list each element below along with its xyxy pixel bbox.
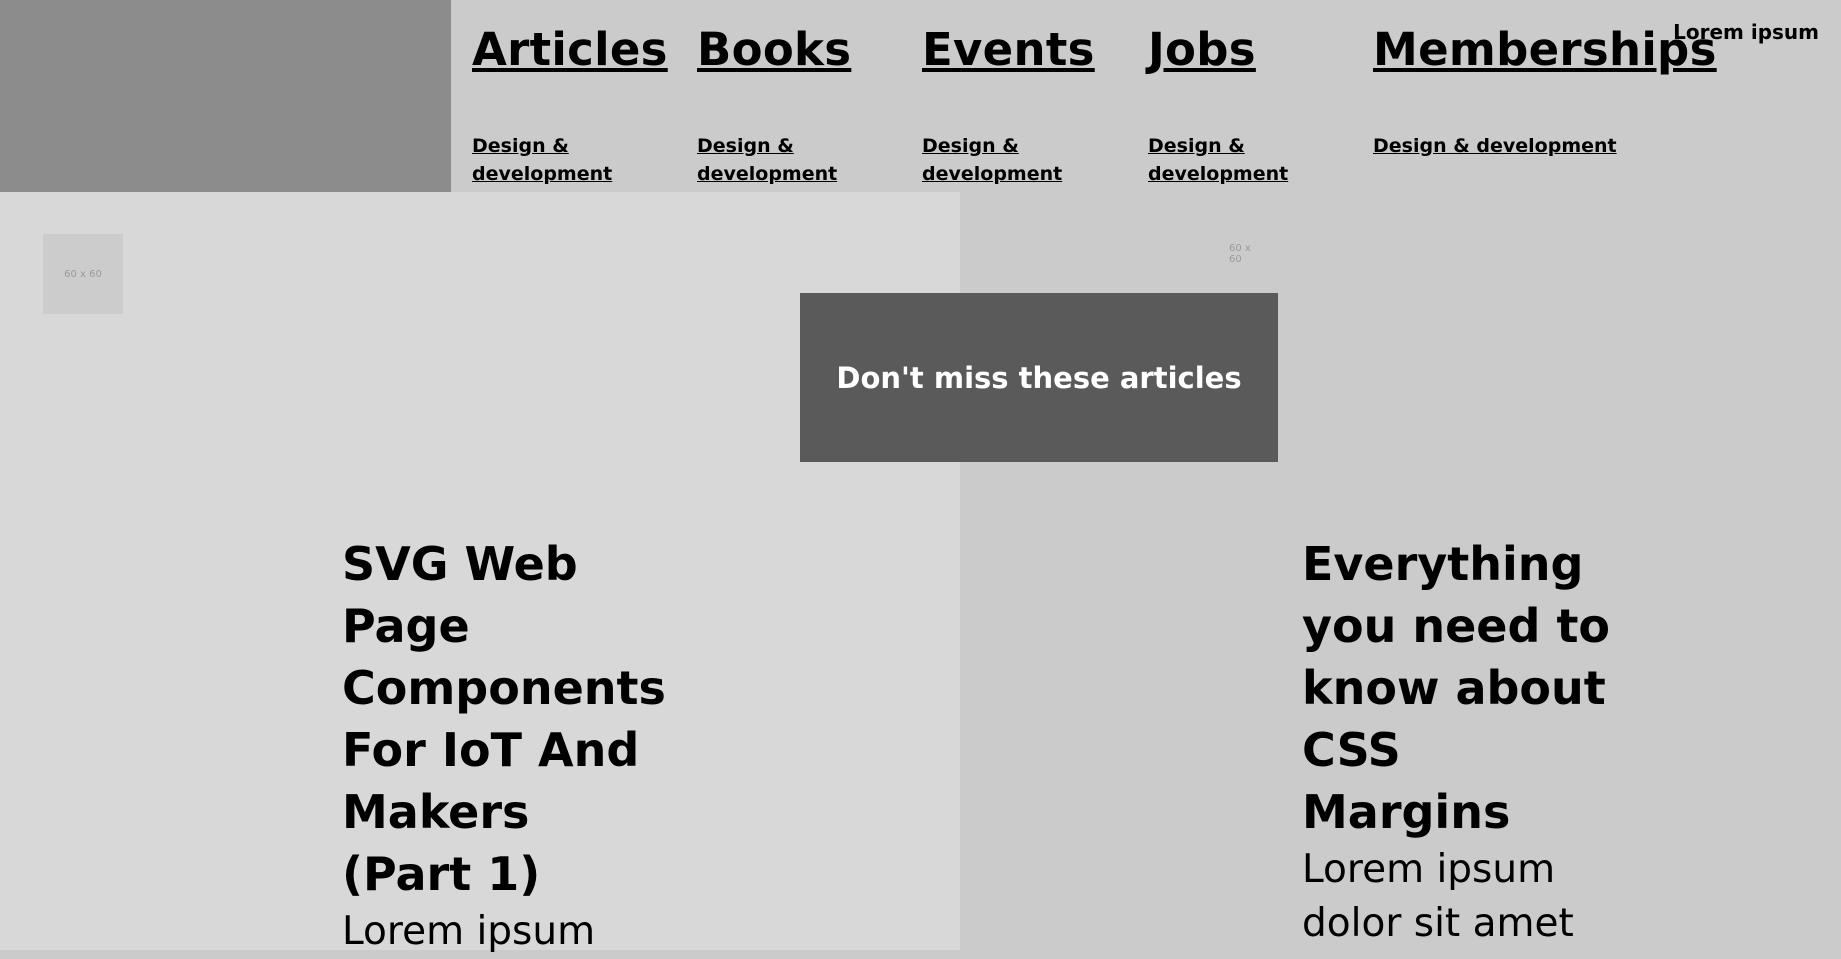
nav-sub-books[interactable]: Design & development	[697, 132, 837, 188]
nav-item-memberships: Memberships Design & development	[1373, 20, 1716, 160]
banner-text: Don't miss these articles	[836, 360, 1242, 395]
thumbnail-placeholder: 60 x 60	[43, 234, 123, 314]
nav-sub-articles[interactable]: Design & development	[472, 132, 612, 188]
nav-item-books: Books Design & development	[697, 20, 897, 188]
article-title[interactable]: SVG Web Page Components For IoT And Make…	[342, 533, 666, 905]
nav-link-memberships[interactable]: Memberships	[1373, 20, 1717, 80]
article-excerpt: Lorem ipsum dolor sit amet	[1302, 847, 1574, 946]
nav-link-books[interactable]: Books	[697, 20, 851, 80]
nav-link-articles[interactable]: Articles	[472, 20, 668, 80]
article-item[interactable]: Everything you need to know about CSS Ma…	[1302, 533, 1622, 951]
thumbnail-label-small: 60 x 60	[1229, 243, 1251, 265]
nav-sub-jobs[interactable]: Design & development	[1148, 132, 1288, 188]
thumbnail-label: 60 x 60	[64, 268, 102, 280]
nav-item-jobs: Jobs Design & development	[1148, 20, 1348, 188]
nav-sub-memberships[interactable]: Design & development	[1373, 132, 1673, 160]
nav-link-events[interactable]: Events	[922, 20, 1095, 80]
nav-item-articles: Articles Design & development	[472, 20, 672, 188]
main-nav: Articles Design & development Books Desi…	[451, 0, 1841, 192]
nav-sub-events[interactable]: Design & development	[922, 132, 1062, 188]
thumbnail-placeholder-small: 60 x 60	[1229, 243, 1259, 265]
section-banner: Don't miss these articles	[800, 293, 1278, 462]
article-excerpt: Lorem ipsum	[342, 909, 596, 954]
nav-extra-link[interactable]: Lorem ipsum	[1673, 20, 1819, 44]
article-title[interactable]: Everything you need to know about CSS Ma…	[1302, 533, 1622, 843]
nav-item-events: Events Design & development	[922, 20, 1122, 188]
logo-block	[0, 0, 451, 192]
article-item[interactable]: SVG Web Page Components For IoT And Make…	[342, 533, 666, 959]
nav-link-jobs[interactable]: Jobs	[1148, 20, 1256, 80]
